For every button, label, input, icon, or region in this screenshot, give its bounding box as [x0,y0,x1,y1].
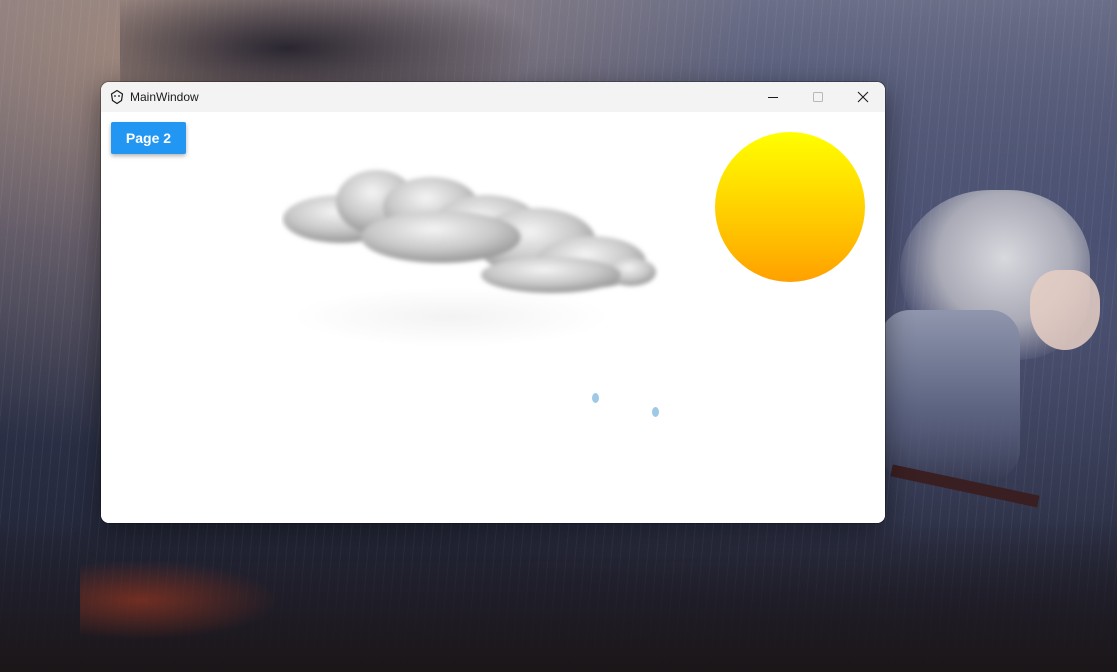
wallpaper-character-body [880,310,1020,480]
cloud-image [283,170,656,293]
minimize-icon [767,97,778,98]
window-title: MainWindow [130,90,199,104]
title-bar[interactable]: MainWindow [101,82,885,112]
wallpaper-accent [80,560,280,640]
minimize-button[interactable] [750,82,795,112]
raindrop [592,393,599,403]
page-2-button[interactable]: Page 2 [111,122,186,154]
maximize-button[interactable] [795,82,840,112]
close-button[interactable] [840,82,885,112]
window-content: Page 2 [101,112,885,523]
sun-circle [715,132,865,282]
close-icon [857,91,868,103]
main-window: MainWindow Page 2 [101,82,885,523]
wallpaper-character-face [1030,270,1100,350]
app-icon [109,89,125,105]
raindrop [652,407,659,417]
caption-buttons [750,82,885,112]
maximize-icon [812,92,823,102]
